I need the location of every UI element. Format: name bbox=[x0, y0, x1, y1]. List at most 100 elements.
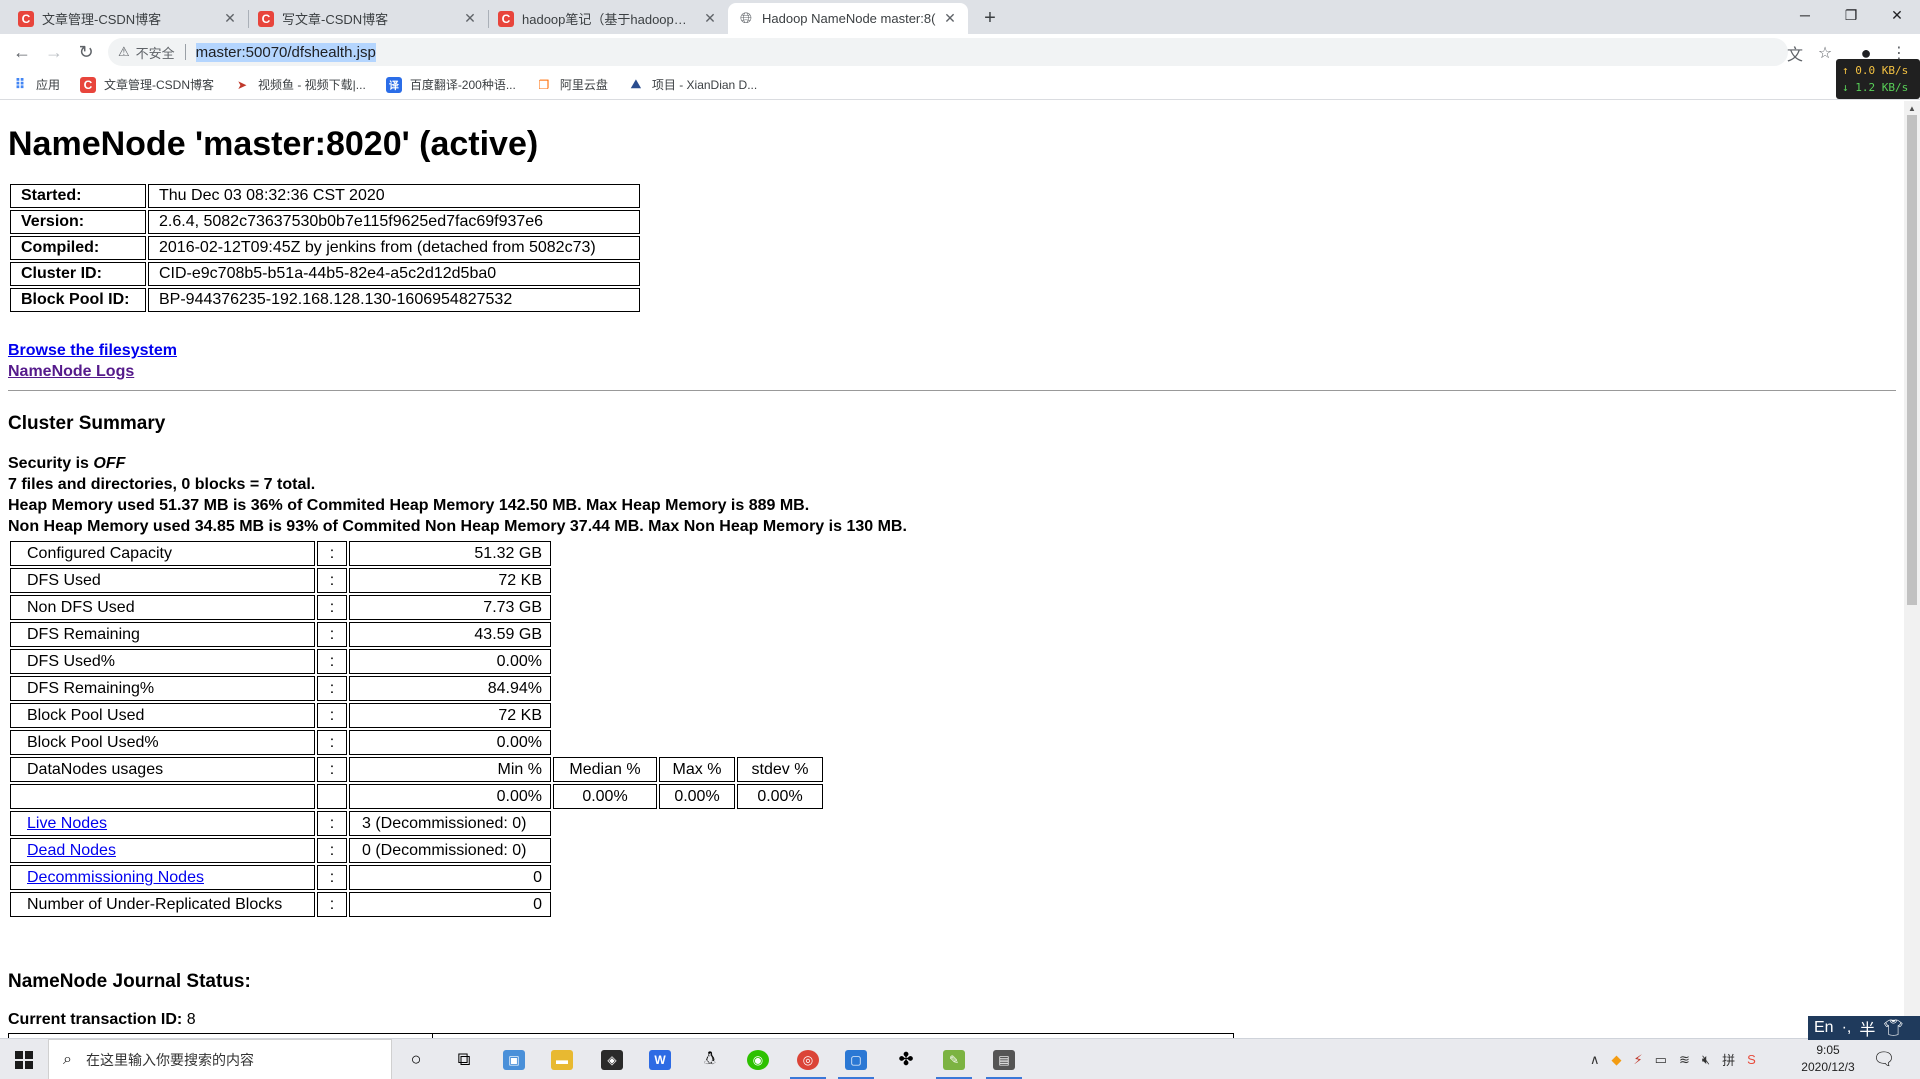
bookmark-aliyun-drive[interactable]: ❐ 阿里云盘 bbox=[536, 76, 607, 93]
close-icon[interactable]: ✕ bbox=[942, 10, 958, 27]
ime-toolbar[interactable]: En ·, 半 👕︎ bbox=[1808, 1016, 1920, 1040]
task-view-icon[interactable]: ⧉ bbox=[440, 1039, 488, 1079]
bookmark-label: 百度翻译-200种语... bbox=[409, 78, 516, 92]
scrollbar-thumb[interactable] bbox=[1907, 115, 1917, 605]
csdn-icon: C bbox=[498, 10, 514, 27]
security-app-icon[interactable]: ◈ bbox=[588, 1039, 636, 1079]
file-explorer-icon[interactable]: ▬ bbox=[538, 1039, 586, 1079]
journal-status-heading: NameNode Journal Status: bbox=[8, 971, 251, 992]
cortana-icon[interactable]: ○ bbox=[392, 1039, 440, 1079]
empty-cell bbox=[10, 784, 315, 809]
taskbar-search[interactable]: ⌕ 在这里输入你要搜索的内容 bbox=[48, 1039, 392, 1079]
bookmark-video-fish[interactable]: ➤ 视频鱼 - 视频下载|... bbox=[234, 76, 366, 93]
namenode-info-table: Started: Thu Dec 03 08:32:36 CST 2020 Ve… bbox=[8, 182, 642, 314]
wifi-icon[interactable]: ≋ bbox=[1679, 1052, 1690, 1068]
tab-hadoop-notes[interactable]: C hadoop笔记（基于hadoop打大 ✕ bbox=[488, 3, 728, 34]
dead-nodes-link[interactable]: Dead Nodes bbox=[27, 842, 116, 859]
control-panel-icon[interactable]: ▣ bbox=[490, 1039, 538, 1079]
notepad-plus-icon[interactable]: ✎ bbox=[930, 1039, 978, 1079]
sogou-icon[interactable]: S bbox=[1747, 1052, 1756, 1067]
address-bar[interactable]: ⚠ 不安全 master:50070/dfshealth.jsp bbox=[108, 38, 1788, 66]
chrome-icon[interactable]: ◎ bbox=[784, 1039, 832, 1079]
chevron-up-icon[interactable]: ∧ bbox=[1590, 1052, 1600, 1068]
qq-icon[interactable]: 🐧︎ bbox=[686, 1039, 734, 1079]
new-tab-button[interactable]: + bbox=[978, 6, 1002, 30]
bookmark-baidu-translate[interactable]: 译 百度翻译-200种语... bbox=[385, 76, 516, 93]
start-button[interactable] bbox=[0, 1039, 48, 1079]
security-status: Security is OFF bbox=[8, 453, 1904, 474]
bookmark-star-icon[interactable]: ☆ bbox=[1814, 42, 1836, 64]
notification-icon[interactable]: 🗨︎ bbox=[1872, 1047, 1896, 1071]
page-scrollbar[interactable]: ▲ ▼ bbox=[1904, 101, 1920, 1038]
ime-punct[interactable]: ·, bbox=[1842, 1019, 1852, 1037]
stat-colon: : bbox=[317, 595, 347, 620]
browse-filesystem-link[interactable]: Browse the filesystem bbox=[8, 342, 177, 359]
stat-value: 3 (Decommissioned: 0) bbox=[349, 811, 551, 836]
security-label[interactable]: 不安全 bbox=[136, 43, 175, 62]
tray-app-icon[interactable]: ◆ bbox=[1612, 1052, 1622, 1068]
wps-writer-icon[interactable]: W bbox=[636, 1039, 684, 1079]
info-value: BP-944376235-192.168.128.130-16069548275… bbox=[148, 288, 640, 312]
stat-colon: : bbox=[317, 892, 347, 917]
usage-value: 0.00% bbox=[553, 784, 657, 809]
csdn-icon: C bbox=[80, 76, 97, 93]
taskbar-clock[interactable]: 9:05 2020/12/3 bbox=[1788, 1042, 1868, 1076]
close-icon[interactable]: ✕ bbox=[222, 10, 238, 27]
close-icon[interactable]: ✕ bbox=[702, 10, 718, 27]
namenode-logs-link[interactable]: NameNode Logs bbox=[8, 363, 134, 380]
virtual-machine-icon[interactable]: ▢ bbox=[832, 1039, 880, 1079]
stat-value: 72 KB bbox=[349, 568, 551, 593]
cluster-summary-text: Security is OFF 7 files and directories,… bbox=[8, 453, 1904, 537]
stat-colon: : bbox=[317, 757, 347, 782]
info-row-cluster-id: Cluster ID: CID-e9c708b5-b51a-44b5-82e4-… bbox=[10, 262, 640, 286]
warning-icon[interactable]: ⚠ bbox=[118, 44, 130, 60]
divider bbox=[8, 390, 1896, 391]
speaker-muted-icon[interactable]: 🔇︎ bbox=[1702, 1052, 1710, 1068]
tab-title: hadoop笔记（基于hadoop打大 bbox=[522, 12, 696, 27]
bookmark-xiandian[interactable]: ⛰ 项目 - XianDian D... bbox=[628, 76, 757, 93]
bookmark-apps[interactable]: ⠿ 应用 bbox=[12, 76, 60, 93]
close-icon[interactable]: ✕ bbox=[462, 10, 478, 27]
system-tray: ∧ ◆ ⚡ ▭ ≋ 🔇︎ 拼 S bbox=[1590, 1039, 1768, 1079]
stat-label: Non DFS Used bbox=[10, 595, 315, 620]
wechat-icon[interactable]: ◉ bbox=[734, 1039, 782, 1079]
stat-colon: : bbox=[317, 703, 347, 728]
tab-csdn-article-manage[interactable]: C 文章管理-CSDN博客 ✕ bbox=[8, 3, 248, 34]
info-key: Cluster ID: bbox=[10, 262, 146, 286]
stat-value: 0 bbox=[349, 892, 551, 917]
live-nodes-link[interactable]: Live Nodes bbox=[27, 815, 107, 832]
forward-button[interactable]: → bbox=[42, 40, 66, 64]
tab-csdn-write[interactable]: C 写文章-CSDN博客 ✕ bbox=[248, 3, 488, 34]
stat-label: DFS Used% bbox=[10, 649, 315, 674]
stat-colon: : bbox=[317, 865, 347, 890]
ime-width[interactable]: 半 bbox=[1859, 1016, 1875, 1040]
ime-tray-icon[interactable]: 拼 bbox=[1722, 1050, 1735, 1069]
ime-lang[interactable]: En bbox=[1814, 1019, 1834, 1037]
close-window-button[interactable]: ✕ bbox=[1874, 0, 1920, 30]
scroll-up-icon[interactable]: ▲ bbox=[1908, 104, 1916, 113]
upload-speed: ↑ 0.0 KB/s bbox=[1842, 64, 1909, 77]
shirt-icon[interactable]: 👕︎ bbox=[1883, 1018, 1903, 1038]
back-button[interactable]: ← bbox=[10, 40, 34, 64]
table-row: DFS Remaining% : 84.94% bbox=[10, 676, 823, 701]
bookmark-csdn[interactable]: C 文章管理-CSDN博客 bbox=[80, 76, 214, 93]
tab-hadoop-namenode[interactable]: 🌐︎ Hadoop NameNode master:8( ✕ bbox=[728, 3, 968, 34]
heap-memory-summary: Heap Memory used 51.37 MB is 36% of Comm… bbox=[8, 497, 810, 514]
stat-label: Block Pool Used% bbox=[10, 730, 315, 755]
non-heap-memory-summary: Non Heap Memory used 34.85 MB is 93% of … bbox=[8, 518, 907, 535]
reload-button[interactable]: ↻ bbox=[74, 40, 98, 64]
tray-network-speed-icon[interactable]: ⚡ bbox=[1634, 1052, 1643, 1068]
video-fish-icon: ➤ bbox=[236, 77, 248, 92]
stat-label: Block Pool Used bbox=[10, 703, 315, 728]
battery-icon[interactable]: ▭ bbox=[1655, 1052, 1667, 1068]
page-title: NameNode 'master:8020' (active) bbox=[8, 125, 539, 163]
url-text[interactable]: master:50070/dfshealth.jsp bbox=[195, 42, 376, 62]
table-row: DFS Used% : 0.00% bbox=[10, 649, 823, 674]
maximize-button[interactable]: ❐ bbox=[1828, 0, 1874, 30]
decommissioning-nodes-link[interactable]: Decommissioning Nodes bbox=[27, 869, 204, 886]
minimize-button[interactable]: ─ bbox=[1782, 0, 1828, 30]
terminal-icon[interactable]: ▤ bbox=[980, 1039, 1028, 1079]
translate-icon[interactable]: 文 bbox=[1784, 42, 1806, 64]
table-row: DFS Remaining : 43.59 GB bbox=[10, 622, 823, 647]
pinwheel-app-icon[interactable]: ✤ bbox=[882, 1039, 930, 1079]
